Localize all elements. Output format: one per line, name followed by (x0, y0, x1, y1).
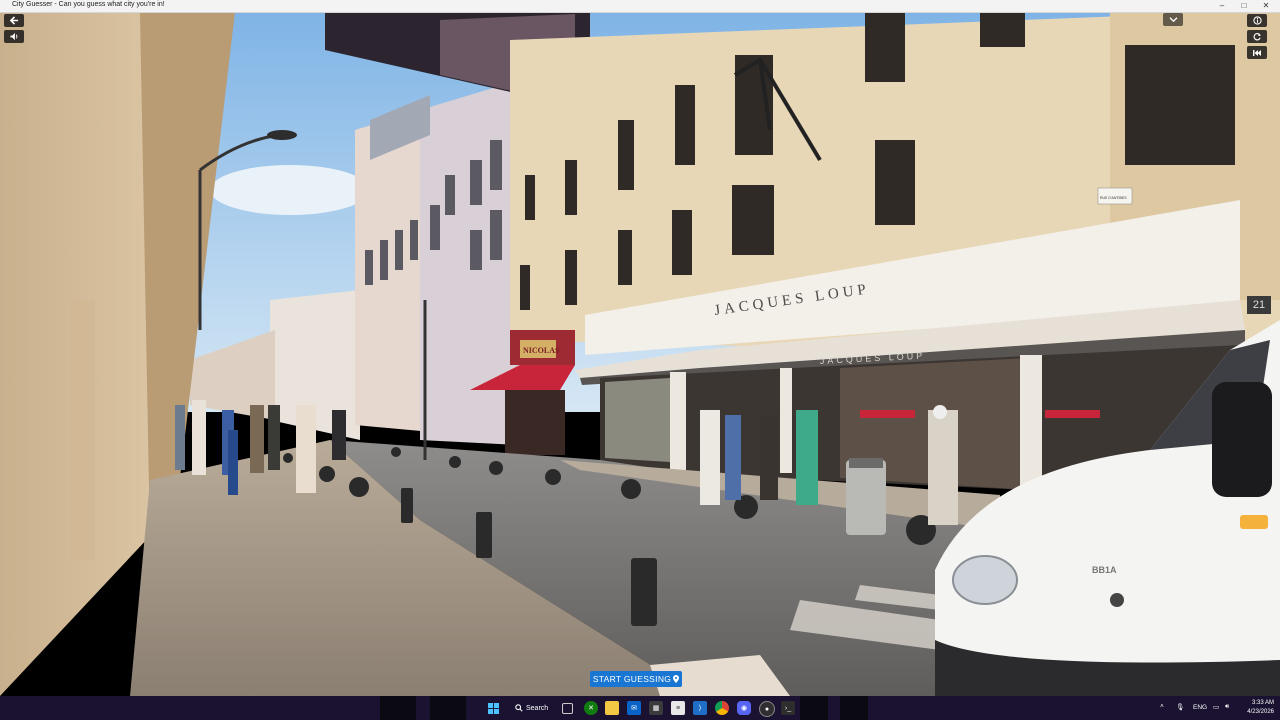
window-title-bar: City Guesser - Can you guess what city y… (0, 0, 1280, 13)
cloud (210, 165, 370, 215)
file-explorer-icon[interactable] (605, 701, 619, 715)
price-tag (1045, 410, 1100, 418)
trash-bin (846, 460, 886, 535)
back-button[interactable] (4, 14, 24, 27)
start-button[interactable] (486, 701, 500, 715)
info-button[interactable] (1247, 14, 1267, 27)
collapse-button[interactable] (1163, 13, 1183, 26)
start-guessing-label: START GUESSING (592, 674, 672, 684)
van-fog-light (1110, 593, 1124, 607)
arrow-left-icon (9, 16, 18, 25)
mail-icon[interactable]: ✉ (627, 701, 641, 715)
search-icon (515, 704, 523, 712)
discord-icon[interactable]: ◉ (737, 701, 751, 715)
taskbar-search[interactable]: Search (509, 700, 553, 716)
refresh-icon (1253, 33, 1261, 41)
tray-chevron-up-icon[interactable]: ˄ (1160, 703, 1164, 710)
taskbar-pinned-preview (800, 696, 828, 720)
shop-column (780, 368, 792, 473)
language-indicator[interactable]: ENG (1193, 704, 1207, 711)
close-button[interactable]: ✕ (1255, 0, 1277, 12)
street-sign: RUE D'ANTIBES (1100, 196, 1127, 200)
start-guessing-button[interactable]: START GUESSING (590, 671, 682, 687)
search-label: Search (526, 704, 549, 712)
network-icon[interactable]: ▭ (1213, 703, 1219, 711)
street-view-video[interactable]: JACQUES LOUP JACQUES LOUP NICOLAS RUE D'… (0, 12, 1280, 696)
van-mirror (1212, 382, 1272, 497)
chevron-down-icon (1169, 17, 1177, 23)
refresh-button[interactable] (1247, 30, 1267, 43)
van-indicator (1240, 515, 1268, 529)
shop-display (605, 378, 670, 462)
vscode-icon[interactable]: ⟩ (693, 701, 707, 715)
volume-button[interactable] (4, 30, 24, 43)
minimize-button[interactable]: – (1211, 0, 1233, 12)
microphone-icon[interactable]: 🎙︎ (1176, 703, 1184, 711)
notepad-icon[interactable]: ≡ (671, 701, 685, 715)
speaker-icon[interactable]: 🔊︎ (1225, 703, 1229, 711)
task-view-icon[interactable] (562, 703, 573, 714)
taskbar-pinned-preview (380, 696, 416, 720)
chrome-icon[interactable] (715, 701, 729, 715)
shop-column (670, 372, 686, 472)
taskbar: Search ✕ ✉ ▦ ≡ ⟩ ◉ ● ›_ ˄ 🎙︎ ENG ▭ 🔊︎ 3:… (0, 696, 1280, 720)
volume-icon (10, 32, 18, 41)
van-headlight (952, 555, 1018, 605)
maximize-button[interactable]: □ (1233, 0, 1255, 12)
clock-date: 4/23/2026 (1247, 709, 1274, 715)
restart-button[interactable] (1247, 46, 1267, 59)
taskbar-pinned-preview (430, 696, 466, 720)
street-number: 21 (1247, 296, 1271, 314)
taskbar-pinned-preview (840, 696, 868, 720)
map-pin-icon (673, 675, 680, 683)
shop-sign: NICOLAS (523, 346, 560, 355)
street-lamp-head (267, 130, 297, 140)
trash-bin-lid (849, 458, 883, 468)
van-badge: BB1A (1092, 565, 1117, 575)
skip-back-icon (1253, 49, 1261, 56)
window-title: City Guesser - Can you guess what city y… (12, 1, 165, 8)
terminal-icon[interactable]: ›_ (781, 701, 795, 715)
start-icon (487, 702, 499, 714)
obs-icon[interactable]: ● (759, 701, 775, 717)
clock-time: 3:33 AM (1251, 700, 1274, 706)
xbox-icon[interactable]: ✕ (584, 701, 598, 715)
clock[interactable]: 3:33 AM 4/23/2026 (1238, 699, 1274, 717)
wall-door (70, 300, 95, 560)
calculator-icon[interactable]: ▦ (649, 701, 663, 715)
shop-column (1020, 355, 1042, 495)
shop-entrance (505, 390, 565, 455)
info-icon (1252, 16, 1262, 25)
price-tag (860, 410, 915, 418)
